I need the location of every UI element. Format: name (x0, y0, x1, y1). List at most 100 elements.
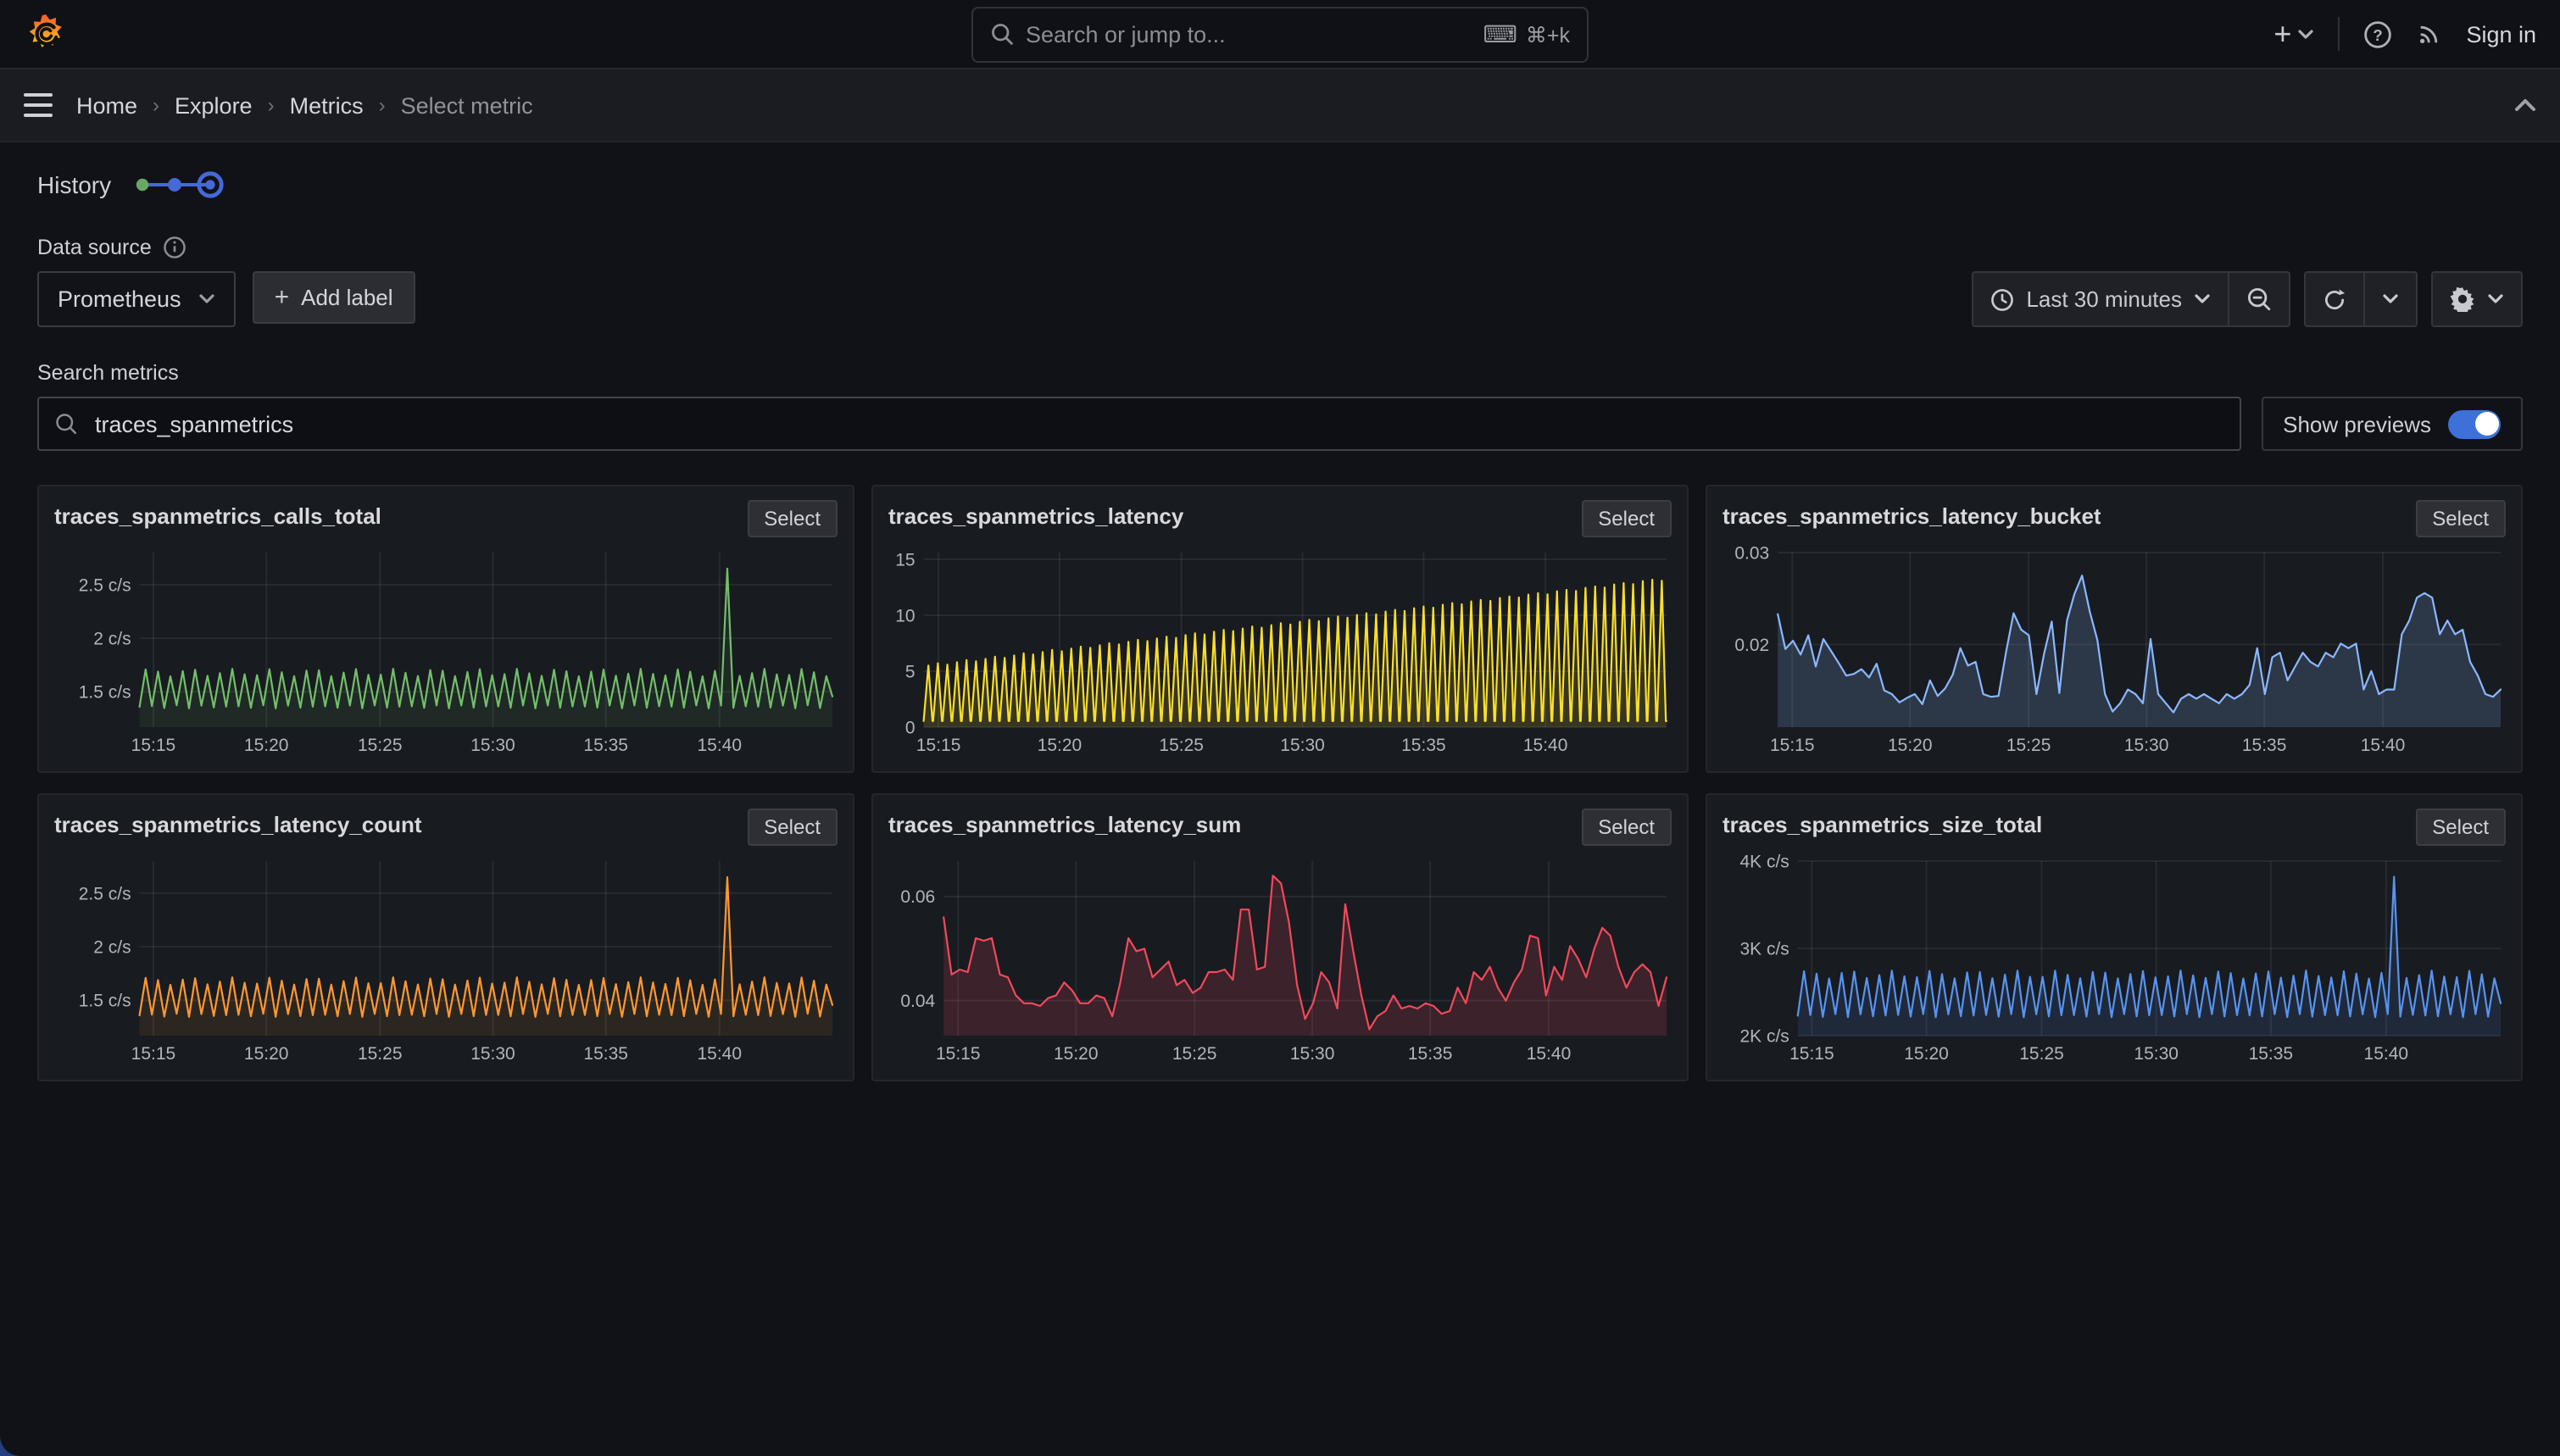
panel-title: traces_spanmetrics_latency_count (54, 809, 422, 837)
svg-text:15: 15 (895, 550, 915, 570)
panel-title: traces_spanmetrics_latency_bucket (1722, 500, 2101, 529)
svg-text:15:30: 15:30 (1290, 1044, 1335, 1064)
info-icon[interactable] (164, 236, 187, 259)
metric-panel: traces_spanmetrics_size_total Select 15:… (1706, 793, 2523, 1081)
select-button[interactable]: Select (2415, 809, 2506, 846)
divider (2337, 17, 2339, 51)
search-metrics-label: Search metrics (37, 361, 179, 385)
metric-panel: traces_spanmetrics_calls_total Select 15… (37, 485, 854, 773)
breadcrumb-home[interactable]: Home (76, 92, 137, 118)
svg-text:15:30: 15:30 (1280, 736, 1325, 755)
add-label-button[interactable]: + Add label (253, 271, 415, 324)
metric-panel-grid: traces_spanmetrics_calls_total Select 15… (37, 485, 2523, 1081)
history-step-start (136, 179, 147, 191)
sign-in-button[interactable]: Sign in (2466, 21, 2536, 47)
breadcrumb-metrics[interactable]: Metrics (290, 92, 364, 118)
svg-text:3K c/s: 3K c/s (1739, 939, 1789, 959)
panel-chart: 15:1515:2015:2515:3015:3515:40051015 (888, 544, 1672, 761)
settings-group (2431, 271, 2523, 327)
svg-text:2.5 c/s: 2.5 c/s (79, 884, 131, 903)
refresh-interval-button[interactable] (2365, 271, 2418, 327)
show-previews-control: Show previews (2261, 397, 2523, 451)
metric-search-field (37, 397, 2240, 451)
show-previews-toggle[interactable] (2448, 409, 2501, 438)
panel-chart: 15:1515:2015:2515:3015:3515:400.040.06 (888, 853, 1672, 1070)
metric-panel: traces_spanmetrics_latency_count Select … (37, 793, 854, 1081)
time-picker-group: Last 30 minutes (1972, 271, 2290, 327)
metric-panel: traces_spanmetrics_latency_sum Select 15… (871, 793, 1689, 1081)
svg-text:15:15: 15:15 (1789, 1044, 1834, 1064)
keyboard-icon: ⌨ (1483, 22, 1517, 46)
metric-search-input[interactable] (92, 409, 2223, 438)
zoom-out-button[interactable] (2229, 271, 2290, 327)
panel-chart: 15:1515:2015:2515:3015:3515:401.5 c/s2 c… (54, 853, 838, 1070)
top-nav: Search or jump to... ⌨ ⌘+k + ? (0, 0, 2560, 69)
svg-text:0.04: 0.04 (900, 992, 935, 1011)
news-button[interactable] (2415, 20, 2442, 47)
svg-text:0: 0 (905, 718, 915, 737)
data-source-picker[interactable]: Prometheus (37, 271, 236, 327)
data-source-value: Prometheus (58, 286, 181, 312)
svg-text:15:40: 15:40 (1523, 736, 1568, 755)
svg-text:15:35: 15:35 (583, 736, 628, 755)
help-icon: ? (2362, 19, 2391, 48)
select-button[interactable]: Select (1581, 500, 1672, 537)
metric-panel: traces_spanmetrics_latency Select 15:151… (871, 485, 1689, 773)
caret-down-icon (2194, 293, 2211, 305)
svg-text:15:25: 15:25 (1159, 736, 1204, 755)
panel-chart: 15:1515:2015:2515:3015:3515:400.020.03 (1722, 544, 2506, 761)
menu-toggle-button[interactable] (24, 93, 53, 118)
clock-icon (1990, 287, 2014, 311)
svg-text:15:35: 15:35 (583, 1044, 628, 1064)
svg-text:15:35: 15:35 (1408, 1044, 1453, 1064)
panel-chart: 15:1515:2015:2515:3015:3515:401.5 c/s2 c… (54, 544, 838, 761)
svg-text:0.02: 0.02 (1734, 636, 1769, 655)
keyboard-shortcut: ⌨ ⌘+k (1483, 21, 1570, 47)
select-button[interactable]: Select (747, 500, 838, 537)
select-button[interactable]: Select (747, 809, 838, 846)
svg-text:15:35: 15:35 (1401, 736, 1446, 755)
svg-text:15:35: 15:35 (2242, 736, 2287, 755)
svg-text:15:20: 15:20 (1054, 1044, 1099, 1064)
svg-text:15:40: 15:40 (2364, 1044, 2409, 1064)
time-range-label: Last 30 minutes (2026, 286, 2182, 312)
plus-icon: + (2273, 16, 2291, 52)
svg-text:15:15: 15:15 (131, 1044, 176, 1064)
svg-text:15:20: 15:20 (244, 1044, 289, 1064)
svg-text:0.03: 0.03 (1734, 544, 1769, 563)
metric-panel: traces_spanmetrics_latency_bucket Select… (1706, 485, 2523, 773)
time-range-button[interactable]: Last 30 minutes (1972, 271, 2229, 327)
grafana-logo-icon[interactable] (24, 12, 68, 56)
add-menu-button[interactable]: + (2273, 16, 2313, 52)
breadcrumb-explore[interactable]: Explore (175, 92, 253, 118)
svg-text:0.06: 0.06 (900, 887, 935, 907)
svg-text:2 c/s: 2 c/s (93, 630, 131, 649)
gear-icon (2450, 286, 2475, 312)
global-search-input[interactable]: Search or jump to... ⌨ ⌘+k (971, 6, 1589, 62)
svg-text:2.5 c/s: 2.5 c/s (79, 575, 131, 595)
collapse-toolbar-button[interactable] (2514, 98, 2536, 112)
help-button[interactable]: ? (2362, 19, 2391, 48)
history-timeline[interactable] (131, 168, 226, 202)
plus-icon: + (275, 283, 290, 312)
breadcrumb-separator: › (379, 93, 386, 117)
svg-text:1.5 c/s: 1.5 c/s (79, 992, 131, 1011)
refresh-button[interactable] (2304, 271, 2365, 327)
svg-text:15:25: 15:25 (358, 1044, 403, 1064)
svg-text:15:30: 15:30 (2134, 1044, 2179, 1064)
settings-button[interactable] (2431, 271, 2523, 327)
svg-text:15:25: 15:25 (2019, 1044, 2064, 1064)
refresh-group (2304, 271, 2418, 327)
panel-chart: 15:1515:2015:2515:3015:3515:402K c/s3K c… (1722, 853, 2506, 1070)
search-icon (54, 412, 78, 436)
global-search-placeholder: Search or jump to... (1026, 21, 1471, 47)
svg-text:4K c/s: 4K c/s (1739, 853, 1789, 871)
panel-title: traces_spanmetrics_calls_total (54, 500, 381, 529)
svg-text:2K c/s: 2K c/s (1739, 1026, 1789, 1046)
show-previews-label: Show previews (2283, 411, 2431, 436)
svg-text:15:25: 15:25 (358, 736, 403, 755)
select-button[interactable]: Select (1581, 809, 1672, 846)
svg-text:15:35: 15:35 (2249, 1044, 2294, 1064)
select-button[interactable]: Select (2415, 500, 2506, 537)
refresh-icon (2323, 287, 2346, 311)
